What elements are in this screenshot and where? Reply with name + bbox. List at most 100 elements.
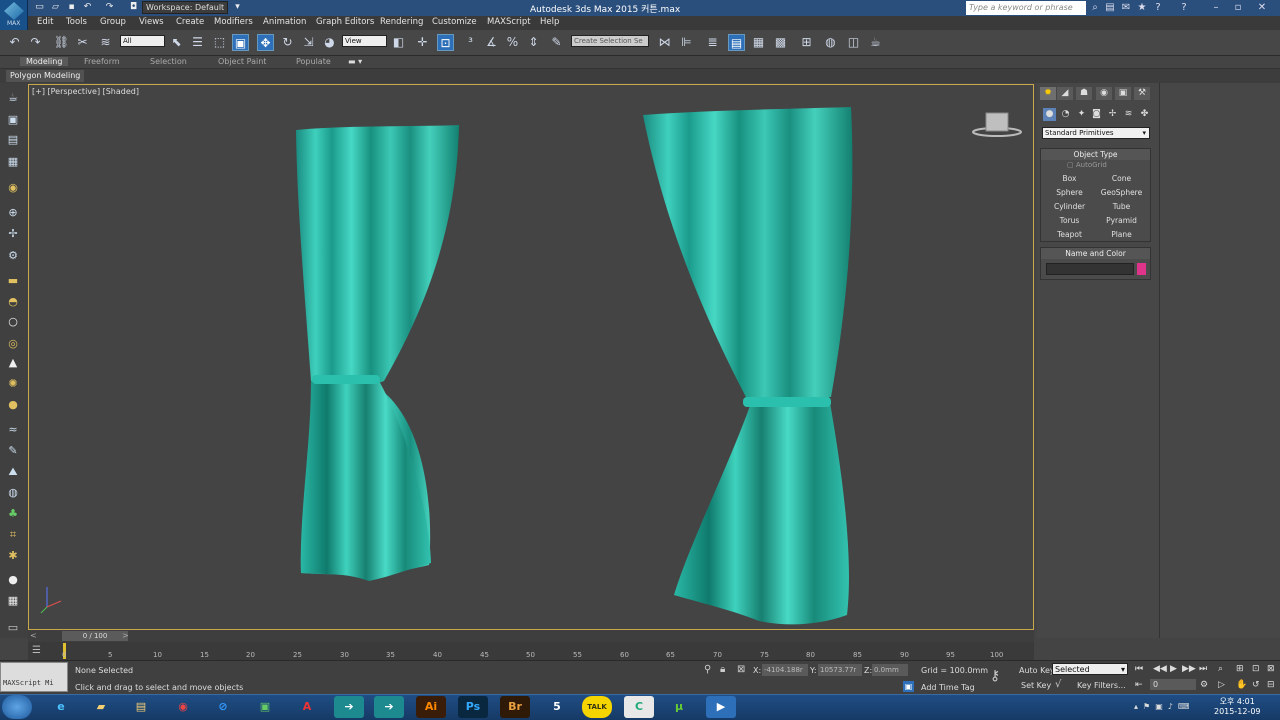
sun-icon[interactable]: ✺ <box>5 376 21 392</box>
ribbon-options-icon[interactable]: ▬ ▾ <box>348 57 362 66</box>
prev-frame-icon[interactable]: < <box>30 631 37 640</box>
viewcube[interactable] <box>985 112 1009 132</box>
menu-create[interactable]: Create <box>176 17 204 27</box>
workspace-dropdown[interactable]: Workspace: Default ▾ <box>142 1 228 23</box>
display-tab-icon[interactable]: ▣ <box>1115 87 1131 100</box>
help-icon[interactable]: ? <box>1152 2 1164 14</box>
redo-icon[interactable]: ↷ <box>27 34 44 51</box>
taskbar-kakaotalk-icon[interactable]: TALK <box>582 696 612 718</box>
orbit-icon[interactable]: ↺ <box>1252 680 1260 690</box>
minimize-icon[interactable]: – <box>1210 2 1222 14</box>
layer-explorer-icon[interactable]: ▤ <box>728 34 745 51</box>
search-icon[interactable]: ⌕ <box>1089 2 1101 14</box>
taskbar-app5-icon[interactable]: 5 <box>542 696 572 718</box>
teapot-button[interactable]: Teapot <box>1047 229 1092 241</box>
camera-icon[interactable]: ⊕ <box>5 205 21 221</box>
menu-help[interactable]: Help <box>540 17 559 27</box>
spacewarps-icon[interactable]: ⚙ <box>5 248 21 264</box>
menu-customize[interactable]: Customize <box>432 17 477 27</box>
window-crossing-icon[interactable]: ▣ <box>232 34 249 51</box>
add-time-tag[interactable]: Add Time Tag <box>921 683 975 692</box>
fov-icon[interactable]: ▷ <box>1218 680 1225 690</box>
taskbar-ie-icon[interactable]: e <box>46 696 76 718</box>
undo-icon[interactable]: ↶ <box>82 2 93 13</box>
select-and-scale-icon[interactable]: ⇲ <box>300 34 317 51</box>
pyramid-button[interactable]: Pyramid <box>1099 215 1144 227</box>
reference-coordinate-dropdown[interactable]: View <box>342 35 387 47</box>
y-coordinate-field[interactable]: 10573.77r <box>818 664 862 676</box>
taskbar-chrome-icon[interactable]: ◉ <box>168 696 198 718</box>
close-icon[interactable]: ✕ <box>1256 2 1268 14</box>
helpers-cp-icon[interactable]: ✢ <box>1106 108 1119 121</box>
communication-icon[interactable]: ✉ <box>1120 2 1132 14</box>
right-curtain[interactable] <box>643 107 853 403</box>
key-filters-button[interactable]: Key Filters... <box>1077 681 1126 690</box>
globe-icon[interactable]: ◍ <box>5 485 21 501</box>
maximize-viewport-icon[interactable]: ⊟ <box>1267 680 1275 690</box>
object-name-input[interactable] <box>1046 263 1134 275</box>
bind-space-warp-icon[interactable]: ≋ <box>97 34 114 51</box>
redo-icon[interactable]: ↷ <box>104 2 115 13</box>
torus-button[interactable]: Torus <box>1047 215 1092 227</box>
set-key-button[interactable]: Set Key <box>1021 681 1051 690</box>
key-mode-dropdown[interactable]: Selected ▾ <box>1052 663 1128 675</box>
hold-icon[interactable]: ◘ <box>128 2 139 13</box>
zoom-extents-icon[interactable]: ⊡ <box>1252 664 1260 674</box>
select-and-move-icon[interactable]: ✥ <box>257 34 274 51</box>
tab-modeling[interactable]: Modeling <box>20 57 69 66</box>
select-manipulate-icon[interactable]: ✛ <box>414 34 431 51</box>
scene-explorer-icon[interactable]: ≣ <box>704 34 721 51</box>
x-coordinate-field[interactable]: -4104.188r <box>762 664 808 676</box>
absolute-mode-icon[interactable]: ⊠ <box>737 664 745 675</box>
plane-icon[interactable]: ▬ <box>5 273 21 289</box>
help-dropdown-icon[interactable]: ? <box>1178 2 1190 14</box>
select-and-link-icon[interactable]: ⛓ <box>53 34 70 51</box>
cone-button[interactable]: Cone <box>1099 173 1144 185</box>
tab-populate[interactable]: Populate <box>296 57 331 66</box>
modify-tab-icon[interactable]: ◢ <box>1057 87 1073 100</box>
menu-edit[interactable]: Edit <box>37 17 53 27</box>
zoom-extents-all-icon[interactable]: ⊠ <box>1267 664 1275 674</box>
plant-icon[interactable]: ♣ <box>5 506 21 522</box>
taskbar-explorer-icon[interactable]: ▰ <box>86 696 116 718</box>
menu-views[interactable]: Views <box>139 17 164 27</box>
tab-object-paint[interactable]: Object Paint <box>218 57 266 66</box>
taskbar-evernote-icon[interactable]: ▣ <box>250 696 280 718</box>
motion-tab-icon[interactable]: ◉ <box>1096 87 1112 100</box>
object-type-header[interactable]: Object Type <box>1041 149 1150 160</box>
wave-icon[interactable]: ≈ <box>5 422 21 438</box>
hierarchy-tab-icon[interactable]: ☗ <box>1076 87 1092 100</box>
pivot-center-icon[interactable]: ◧ <box>390 34 407 51</box>
geometry-icon[interactable]: ● <box>1043 108 1056 121</box>
menu-modifiers[interactable]: Modifiers <box>214 17 253 27</box>
undo-icon[interactable]: ↶ <box>6 34 23 51</box>
tab-freeform[interactable]: Freeform <box>84 57 120 66</box>
hemisphere-icon[interactable]: ◓ <box>5 294 21 310</box>
angle-snap-icon[interactable]: ∡ <box>483 34 500 51</box>
start-button[interactable] <box>2 695 32 719</box>
material-editor-icon[interactable]: ◍ <box>822 34 839 51</box>
lights-icon[interactable]: ✦ <box>1075 108 1088 121</box>
customize-quick-access-icon[interactable]: ▾ <box>232 2 243 13</box>
maxscript-listener[interactable]: MAXScript Mi <box>0 662 68 692</box>
current-frame-field[interactable]: 0 <box>1150 679 1196 690</box>
unlink-icon[interactable]: ✂ <box>74 34 91 51</box>
align-icon[interactable]: ⊫ <box>678 34 695 51</box>
tab-selection[interactable]: Selection <box>150 57 187 66</box>
lock-selection-icon[interactable]: 🔒︎ <box>720 664 725 675</box>
grid-icon[interactable]: ▦ <box>5 154 21 170</box>
zoom-all-icon[interactable]: ⊞ <box>1236 664 1244 674</box>
key-tangent-icon[interactable]: √ <box>1055 679 1061 690</box>
object-color-swatch[interactable] <box>1137 263 1146 275</box>
subscription-icon[interactable]: ▤ <box>1104 2 1116 14</box>
light-icon[interactable]: ◉ <box>5 180 21 196</box>
perspective-viewport[interactable] <box>28 84 1034 630</box>
taskbar-photoshop-icon[interactable]: Ps <box>458 696 488 718</box>
cone-icon[interactable]: ▲ <box>5 355 21 371</box>
sphere-button[interactable]: Sphere <box>1047 187 1092 199</box>
viewport-label[interactable]: [+] [Perspective] [Shaded] <box>32 87 139 96</box>
taskbar-3dsmax2-icon[interactable]: ➔ <box>374 696 404 718</box>
keyboard-shortcut-override-icon[interactable]: ⊡ <box>437 34 454 51</box>
box-button[interactable]: Box <box>1047 173 1092 185</box>
cylinder-button[interactable]: Cylinder <box>1047 201 1092 213</box>
